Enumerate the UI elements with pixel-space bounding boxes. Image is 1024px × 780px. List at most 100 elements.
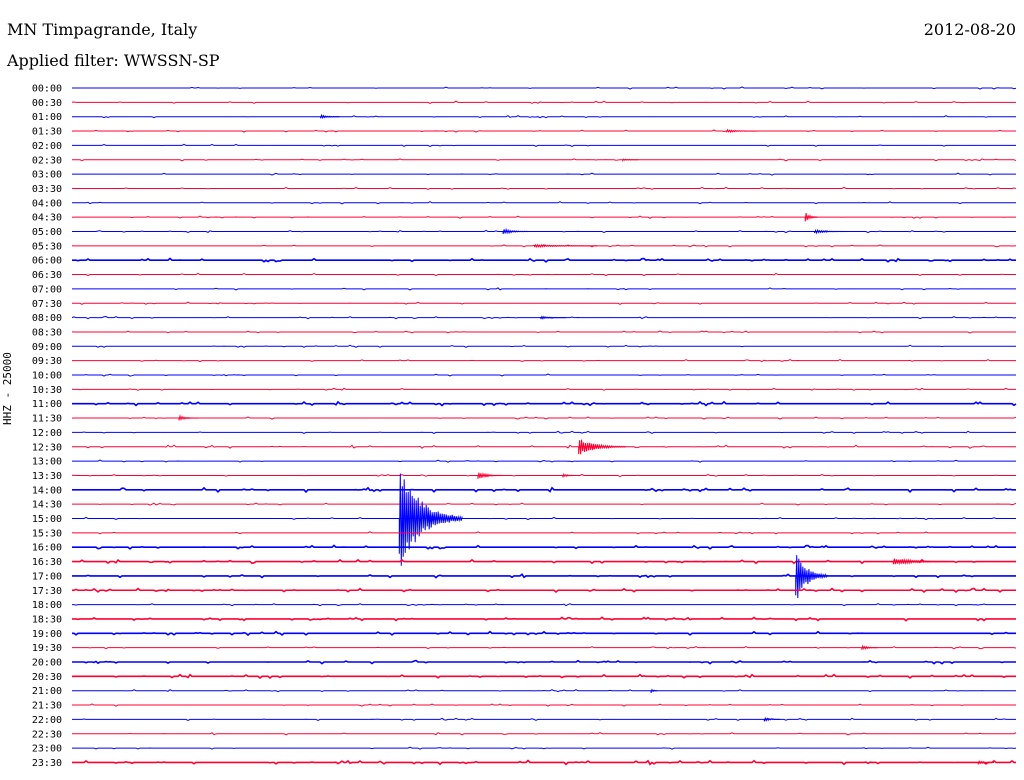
- row-label-1330: 13:30: [32, 471, 62, 482]
- trace-1330: [71, 473, 1016, 478]
- trace-0100: [72, 115, 1016, 119]
- trace-1430: [71, 502, 1017, 506]
- trace-0300: [72, 172, 1016, 176]
- event-1930-16: [861, 644, 878, 650]
- trace-1700: [72, 573, 1016, 579]
- trace-0600: [72, 257, 1016, 263]
- row-label-2100: 21:00: [32, 686, 62, 697]
- event-0430-3: [804, 213, 819, 222]
- row-label-0630: 06:30: [32, 270, 62, 281]
- trace-1730: [71, 587, 1016, 593]
- event-0530-6: [534, 243, 598, 249]
- row-label-1300: 13:00: [32, 457, 62, 468]
- row-label-0900: 09:00: [32, 342, 62, 353]
- trace-2030: [71, 673, 1016, 680]
- row-label-2000: 20:00: [32, 658, 62, 669]
- trace-1500: [72, 516, 1016, 521]
- trace-2200: [72, 717, 1016, 722]
- row-label-2030: 20:30: [32, 672, 62, 683]
- row-label-0100: 01:00: [32, 112, 62, 123]
- row-label-2330: 23:30: [32, 758, 62, 769]
- trace-1300: [72, 459, 1016, 463]
- row-label-1130: 11:30: [32, 414, 62, 425]
- trace-0230: [71, 158, 1017, 162]
- row-label-1800: 18:00: [32, 600, 62, 611]
- row-label-1400: 14:00: [32, 485, 62, 496]
- event-1130-8: [178, 414, 198, 421]
- trace-2330: [71, 759, 1016, 766]
- row-label-0730: 07:30: [32, 299, 62, 310]
- event-0130-1: [726, 128, 759, 133]
- trace-2230: [71, 732, 1017, 736]
- row-label-1630: 16:30: [32, 557, 62, 568]
- row-label-1600: 16:00: [32, 543, 62, 554]
- row-label-1700: 17:00: [32, 571, 62, 582]
- row-label-0830: 08:30: [32, 327, 62, 338]
- event-1330-10: [477, 472, 504, 479]
- trace-0330: [71, 186, 1017, 190]
- trace-2000: [72, 659, 1016, 665]
- trace-0730: [71, 301, 1016, 305]
- row-label-1230: 12:30: [32, 442, 62, 453]
- row-label-1730: 17:30: [32, 586, 62, 597]
- row-label-0000: 00:00: [32, 84, 62, 95]
- row-label-2230: 22:30: [32, 729, 62, 740]
- trace-1900: [72, 630, 1016, 637]
- row-label-0330: 03:30: [32, 184, 62, 195]
- trace-0200: [72, 143, 1016, 148]
- trace-0900: [72, 344, 1016, 348]
- trace-1130: [71, 416, 1017, 420]
- row-label-0030: 00:30: [32, 98, 62, 109]
- event-0500-5: [814, 228, 847, 235]
- helicorder-plot: 00:00 00:30 01:00 01:30 02:00 02:30 03:00 03:30…: [32, 84, 1017, 769]
- row-label-0700: 07:00: [32, 284, 62, 295]
- row-label-1500: 15:00: [32, 514, 62, 525]
- trace-1800: [72, 603, 1016, 607]
- row-label-0200: 02:00: [32, 141, 62, 152]
- row-label-0230: 02:30: [32, 155, 62, 166]
- trace-0700: [72, 287, 1016, 291]
- trace-1830: [71, 616, 1016, 622]
- trace-0500: [72, 229, 1016, 234]
- trace-1400: [72, 486, 1016, 494]
- trace-0030: [71, 100, 1016, 104]
- trace-0130: [71, 129, 1016, 133]
- trace-1200: [72, 430, 1016, 435]
- event-1230-9: [578, 439, 627, 455]
- row-label-0500: 05:00: [32, 227, 62, 238]
- event-0100-0: [320, 113, 340, 119]
- row-label-1030: 10:30: [32, 385, 62, 396]
- row-label-1000: 10:00: [32, 371, 62, 382]
- row-label-0430: 04:30: [32, 213, 62, 224]
- row-label-1930: 19:30: [32, 643, 62, 654]
- trace-0000: [72, 86, 1017, 90]
- row-label-0130: 01:30: [32, 127, 62, 138]
- trace-2130: [71, 703, 1016, 707]
- trace-1600: [72, 544, 1016, 550]
- event-0800-7: [540, 315, 566, 320]
- row-label-0930: 09:30: [32, 356, 62, 367]
- trace-1530: [71, 531, 1016, 535]
- row-label-0400: 04:00: [32, 198, 62, 209]
- trace-0400: [72, 201, 1016, 205]
- row-label-0300: 03:00: [32, 170, 62, 181]
- trace-1030: [71, 387, 1016, 391]
- trace-1000: [72, 373, 1016, 377]
- row-label-2130: 21:30: [32, 701, 62, 712]
- event-0500-4: [502, 227, 529, 235]
- event-1330-11: [562, 472, 576, 478]
- row-label-1430: 14:30: [32, 500, 62, 511]
- trace-0630: [71, 272, 1016, 277]
- row-label-0530: 05:30: [32, 241, 62, 252]
- row-label-2300: 23:00: [32, 744, 62, 755]
- row-label-1100: 11:00: [32, 399, 62, 410]
- event-2100-17: [650, 688, 658, 693]
- row-label-1900: 19:00: [32, 629, 62, 640]
- row-label-0800: 08:00: [32, 313, 62, 324]
- trace-1230: [71, 444, 1016, 449]
- trace-1630: [71, 558, 1016, 565]
- row-label-0600: 06:00: [32, 256, 62, 267]
- row-label-2200: 22:00: [32, 715, 62, 726]
- event-1500-12: [398, 473, 463, 566]
- trace-0430: [71, 215, 1016, 219]
